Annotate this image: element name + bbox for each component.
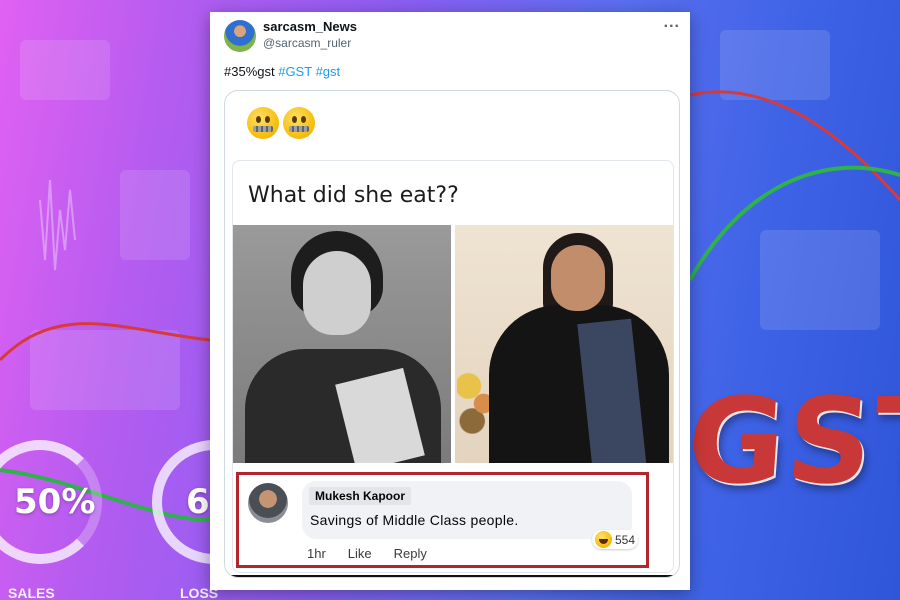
commenter-avatar	[248, 483, 288, 523]
tweet-text-plain: #35%gst	[224, 64, 275, 79]
meme-title: What did she eat??	[248, 183, 459, 208]
user-handle[interactable]: @sarcasm_ruler	[263, 36, 351, 50]
tweet-text: #35%gst #GST #gst	[224, 64, 340, 79]
tweet-card: sarcasm_News @sarcasm_ruler ... #35%gst …	[210, 12, 690, 590]
display-name[interactable]: sarcasm_News	[263, 19, 357, 34]
emoji-row	[247, 107, 315, 139]
bg-ring-label: 50%	[14, 482, 96, 522]
reaction-count: 554	[614, 532, 635, 547]
bg-caption: SALES	[8, 585, 55, 600]
photo-before	[233, 225, 451, 463]
comment-time: 1hr	[307, 546, 326, 561]
comment-text: Savings of Middle Class people.	[310, 512, 519, 528]
highlighted-comment: Mukesh Kapoor Savings of Middle Class pe…	[236, 472, 649, 568]
zipper-mouth-face-icon	[283, 107, 315, 139]
laughing-emoji-icon	[594, 531, 612, 548]
meme-image: What did she eat?? Mukesh Kapoor Savings…	[232, 160, 674, 573]
commenter-name: Mukesh Kapoor	[309, 487, 412, 505]
media-bottom-bar	[225, 575, 679, 577]
hashtag-link[interactable]: #gst	[316, 64, 341, 79]
tweet-media[interactable]: What did she eat?? Mukesh Kapoor Savings…	[224, 90, 680, 578]
bg-gst-text: GST	[683, 372, 900, 510]
comment-reply-button: Reply	[393, 546, 427, 561]
comment-like-button: Like	[347, 546, 372, 561]
photo-after	[455, 225, 673, 463]
more-options-icon[interactable]: ...	[664, 14, 680, 32]
zipper-mouth-face-icon	[247, 107, 279, 139]
reaction-count-badge: 554	[591, 530, 638, 549]
comment-bubble: Mukesh Kapoor Savings of Middle Class pe…	[302, 481, 632, 539]
avatar[interactable]	[224, 20, 256, 52]
hashtag-link[interactable]: #GST	[278, 64, 312, 79]
comment-actions: 1hr Like Reply	[307, 546, 427, 561]
